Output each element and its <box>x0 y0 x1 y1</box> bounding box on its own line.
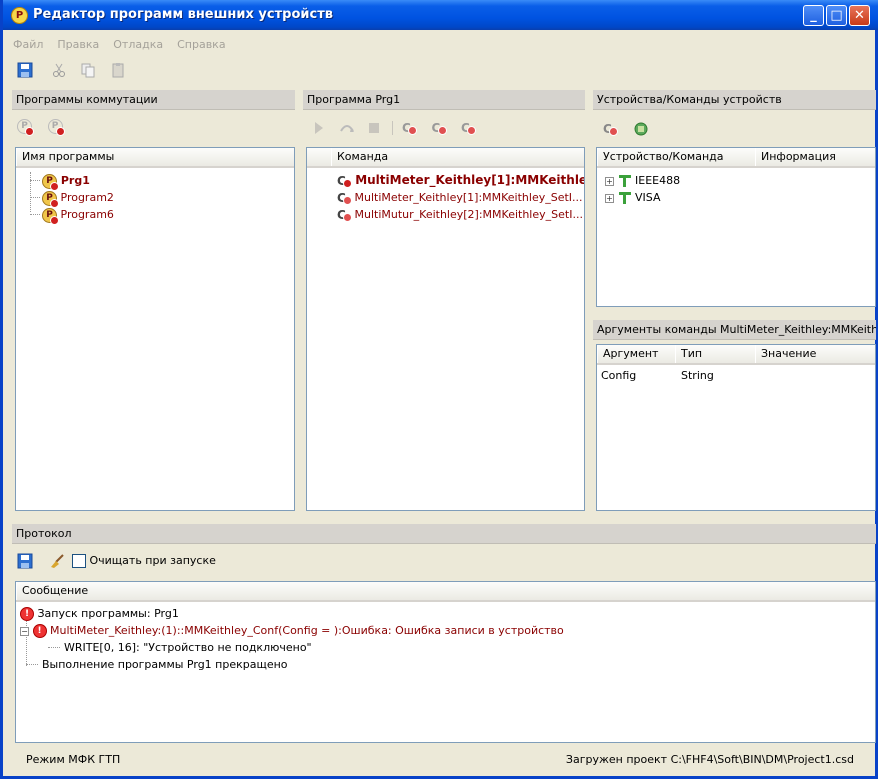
title-bar[interactable]: P Редактор программ внешних устройств _ … <box>3 0 878 30</box>
error-icon: ! <box>20 607 34 621</box>
program-item[interactable]: P Program2 <box>16 189 294 208</box>
device-node[interactable]: + IEEE488 <box>597 172 875 189</box>
command-item[interactable]: C MultiMeter_Keithley[1]:MMKeithley_SetI… <box>307 189 584 206</box>
devices-tree: Устройство/Команда Информация + IEEE488 … <box>596 147 876 307</box>
add-device-command-icon[interactable]: C <box>603 122 618 136</box>
program-toolbar: C C C <box>311 120 476 136</box>
main-toolbar <box>17 62 126 84</box>
log-column-header[interactable]: Сообщение <box>16 582 875 602</box>
collapse-icon[interactable]: − <box>20 626 29 636</box>
command-icon: C <box>337 174 352 188</box>
copy-icon[interactable] <box>80 62 96 78</box>
error-icon: ! <box>32 624 47 638</box>
log-message[interactable]: ! Запуск программы: Prg1 <box>16 605 875 622</box>
column-device-command[interactable]: Устройство/Команда <box>597 148 724 166</box>
menu-help[interactable]: Справка <box>170 38 232 51</box>
command-item[interactable]: C MultiMutur_Keithley[2]:MMKeithley_SetI… <box>307 206 584 223</box>
column-argument[interactable]: Аргумент <box>597 345 658 363</box>
commands-list: Команда C MultiMeter_Keithley[1]:MMKeith… <box>306 147 585 511</box>
menu-bar: Файл Правка Отладка Справка <box>6 38 233 58</box>
minimize-icon: _ <box>810 8 817 23</box>
expand-icon[interactable]: + <box>605 193 614 203</box>
clear-log-icon[interactable] <box>49 553 65 569</box>
devices-toolbar: C <box>603 121 649 137</box>
status-project: Загружен проект C:\FHF4\Soft\BIN\DM\Proj… <box>565 753 854 766</box>
maximize-icon: □ <box>830 8 843 23</box>
device-bus-icon <box>618 174 632 188</box>
column-info[interactable]: Информация <box>755 148 836 166</box>
arguments-table: Аргумент Тип Значение Config String <box>596 344 876 511</box>
main-window: P Редактор программ внешних устройств _ … <box>0 0 878 779</box>
command-icon: C <box>337 191 352 205</box>
commands-column-header[interactable]: Команда <box>307 148 584 168</box>
status-mode: Режим МФК ГТП <box>26 753 121 766</box>
minimize-button[interactable]: _ <box>803 5 824 26</box>
programs-column-header[interactable]: Имя программы <box>16 148 294 168</box>
close-button[interactable]: ✕ <box>849 5 870 26</box>
protocol-log: Сообщение ! Запуск программы: Prg1 − ! M… <box>15 581 876 743</box>
log-message[interactable]: WRITE[0, 16]: "Устройство не подключено" <box>16 639 875 656</box>
refresh-devices-icon[interactable] <box>633 121 649 137</box>
clear-on-start-label[interactable]: Очищать при запуске <box>90 554 216 567</box>
arg-name-cell: Config <box>601 369 637 382</box>
save-log-icon[interactable] <box>17 553 33 569</box>
protocol-panel-header: Протокол <box>12 524 876 544</box>
protocol-toolbar: Очищать при запуске <box>17 552 216 570</box>
menu-edit[interactable]: Правка <box>50 38 106 51</box>
window-title: Редактор программ внешних устройств <box>33 7 333 22</box>
devices-column-header[interactable]: Устройство/Команда Информация <box>597 148 875 168</box>
save-icon[interactable] <box>17 62 33 78</box>
delete-command-icon[interactable]: C <box>461 121 476 135</box>
close-icon: ✕ <box>854 8 865 23</box>
menu-debug[interactable]: Отладка <box>106 38 170 51</box>
stop-icon[interactable] <box>366 120 382 136</box>
program-icon: P <box>42 190 59 208</box>
status-bar: Режим МФК ГТП Загружен проект C:\FHF4\So… <box>6 747 878 773</box>
programs-toolbar: P P <box>17 119 65 136</box>
maximize-button[interactable]: □ <box>826 5 847 26</box>
program-item[interactable]: P Program6 <box>16 206 294 225</box>
log-message[interactable]: − ! MultiMeter_Keithley:(1)::MMKeithley_… <box>16 622 875 639</box>
add-program-icon[interactable]: P <box>17 119 34 136</box>
args-panel-header: Аргументы команды MultiMeter_Keithley:MM… <box>593 320 876 340</box>
step-over-icon[interactable] <box>339 120 355 136</box>
column-type[interactable]: Тип <box>675 345 702 363</box>
device-node[interactable]: + VISA <box>597 189 875 206</box>
expand-icon[interactable]: + <box>605 176 614 186</box>
program-item[interactable]: P Prg1 <box>16 172 294 191</box>
run-icon[interactable] <box>311 120 327 136</box>
devices-panel-header: Устройства/Команды устройств <box>593 90 876 110</box>
add-command-icon[interactable]: C <box>402 121 417 135</box>
programs-list: Имя программы P Prg1 P Program2 P Progra… <box>15 147 295 511</box>
programs-panel-header: Программы коммутации <box>12 90 295 110</box>
menu-file[interactable]: Файл <box>6 38 50 51</box>
program-icon: P <box>42 207 59 225</box>
command-item[interactable]: C MultiMeter_Keithley[1]:MMKeithle... <box>307 172 584 189</box>
table-row[interactable]: Config String <box>597 367 875 384</box>
arg-type-cell: String <box>681 369 714 382</box>
program-panel-header: Программа Prg1 <box>303 90 585 110</box>
program-icon: P <box>42 173 59 191</box>
column-program-name[interactable]: Имя программы <box>16 148 114 166</box>
log-message[interactable]: Выполнение программы Prg1 прекращено <box>16 656 875 673</box>
device-bus-icon <box>618 191 632 205</box>
column-value[interactable]: Значение <box>755 345 816 363</box>
cut-icon[interactable] <box>51 62 67 78</box>
column-message[interactable]: Сообщение <box>16 582 88 600</box>
command-icon: C <box>337 208 352 222</box>
args-column-header[interactable]: Аргумент Тип Значение <box>597 345 875 365</box>
delete-program-icon[interactable]: P <box>47 119 65 136</box>
clear-on-start-checkbox[interactable] <box>72 554 86 568</box>
insert-command-icon[interactable]: C <box>432 121 447 135</box>
app-icon: P <box>11 7 28 24</box>
paste-icon[interactable] <box>110 62 126 78</box>
column-command[interactable]: Команда <box>331 148 388 166</box>
